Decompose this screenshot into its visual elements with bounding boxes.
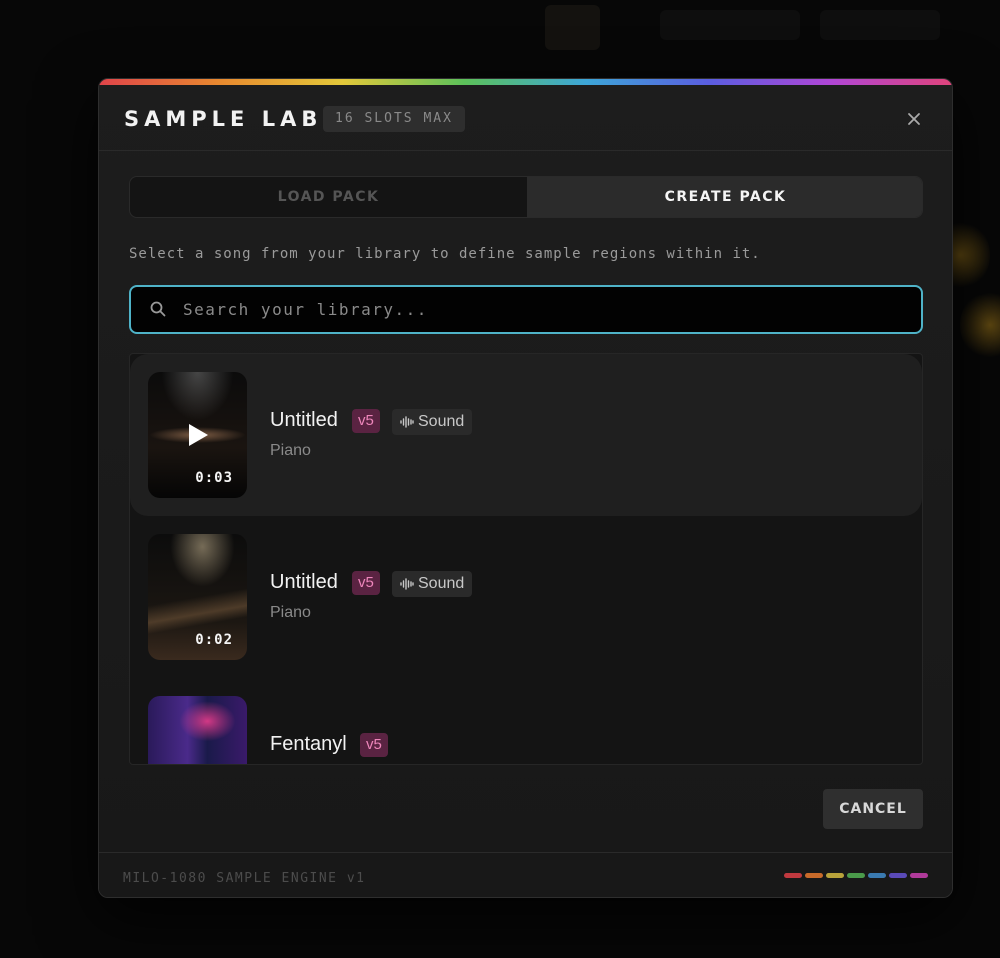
- tab-create-pack[interactable]: CREATE PACK: [527, 177, 922, 217]
- sample-lab-modal: SAMPLE LAB 16 SLOTS MAX LOAD PACK CREATE…: [98, 78, 953, 898]
- tab-load-pack[interactable]: LOAD PACK: [130, 177, 527, 217]
- cancel-button[interactable]: CANCEL: [823, 789, 923, 829]
- color-dot: [826, 873, 844, 878]
- color-dot: [805, 873, 823, 878]
- sound-label: Sound: [418, 413, 465, 430]
- song-duration: 0:02: [195, 632, 233, 648]
- song-row[interactable]: 0:03 Untitled v5 Sound Piano: [130, 354, 922, 516]
- play-icon[interactable]: [186, 422, 210, 448]
- song-genre: Piano: [270, 604, 311, 621]
- color-dot: [847, 873, 865, 878]
- engine-label: MILO-1080 SAMPLE ENGINE v1: [123, 871, 366, 886]
- song-thumbnail[interactable]: [148, 696, 247, 764]
- song-duration: 0:03: [195, 470, 233, 486]
- song-thumbnail[interactable]: 0:02: [148, 534, 247, 660]
- song-genre: Piano: [270, 442, 311, 459]
- song-row[interactable]: 0:02 Untitled v5 Sound Piano: [130, 516, 922, 678]
- close-button[interactable]: [904, 109, 924, 129]
- version-badge: v5: [352, 409, 380, 433]
- version-badge: v5: [360, 733, 388, 757]
- song-thumbnail[interactable]: 0:03: [148, 372, 247, 498]
- instruction-text: Select a song from your library to defin…: [129, 246, 761, 262]
- search-icon: [150, 301, 166, 317]
- modal-header: SAMPLE LAB 16 SLOTS MAX: [99, 85, 952, 151]
- backdrop-block: [660, 10, 800, 40]
- sound-badge: Sound: [392, 409, 473, 435]
- song-title: Untitled: [270, 409, 338, 431]
- search-input[interactable]: [183, 287, 903, 332]
- backdrop-glow: [960, 290, 1000, 360]
- pack-tabs: LOAD PACK CREATE PACK: [129, 176, 923, 218]
- backdrop-block: [820, 10, 940, 40]
- song-list[interactable]: 0:03 Untitled v5 Sound Piano 0:02 Untitl…: [129, 353, 923, 765]
- waveform-icon: [400, 578, 414, 590]
- sound-badge: Sound: [392, 571, 473, 597]
- waveform-icon: [400, 416, 414, 428]
- modal-title: SAMPLE LAB: [124, 107, 323, 131]
- color-dot: [784, 873, 802, 878]
- color-dots: [784, 873, 928, 879]
- song-title: Fentanyl: [270, 733, 347, 755]
- sound-label: Sound: [418, 575, 465, 592]
- close-icon: [908, 113, 920, 125]
- version-badge: v5: [352, 571, 380, 595]
- backdrop-block: [545, 5, 600, 50]
- slots-badge: 16 SLOTS MAX: [323, 106, 465, 132]
- color-dot: [868, 873, 886, 878]
- search-box: [129, 285, 923, 334]
- modal-footer: MILO-1080 SAMPLE ENGINE v1: [99, 852, 952, 897]
- song-title: Untitled: [270, 571, 338, 593]
- color-dot: [910, 873, 928, 878]
- song-row[interactable]: Fentanyl v5: [130, 678, 922, 764]
- color-dot: [889, 873, 907, 878]
